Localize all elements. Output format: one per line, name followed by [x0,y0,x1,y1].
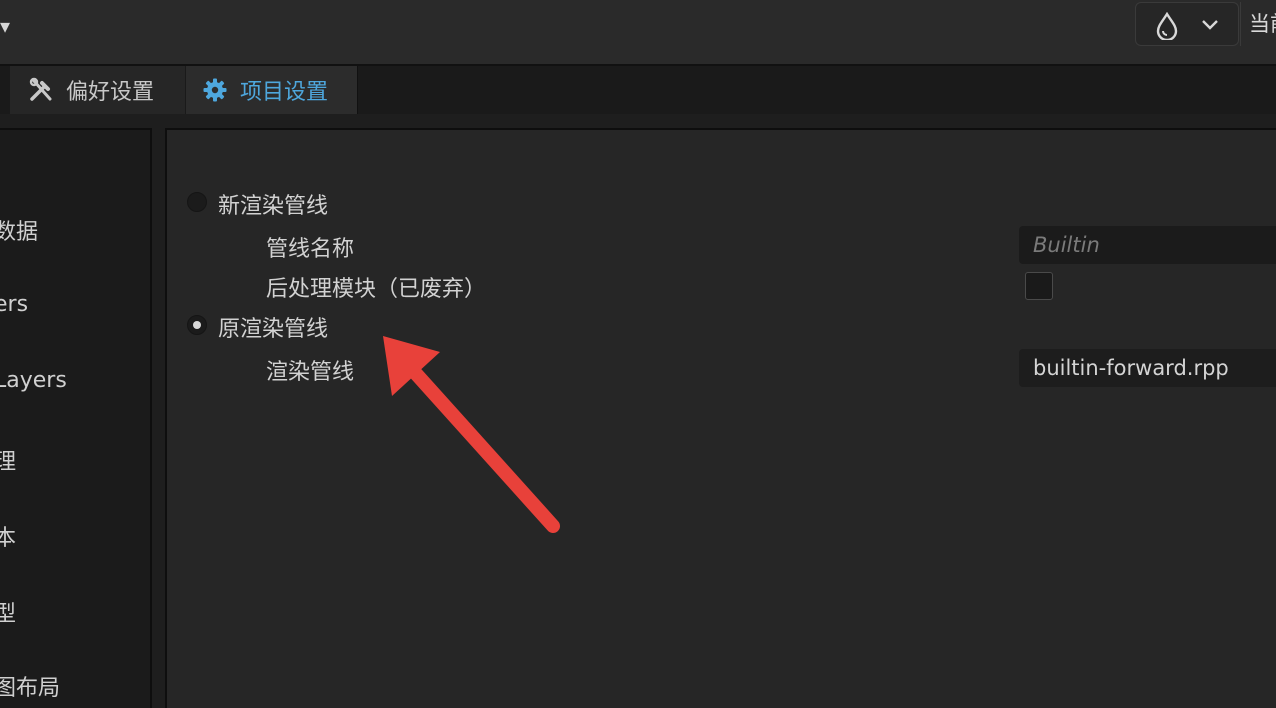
annotation-arrow [383,336,560,533]
